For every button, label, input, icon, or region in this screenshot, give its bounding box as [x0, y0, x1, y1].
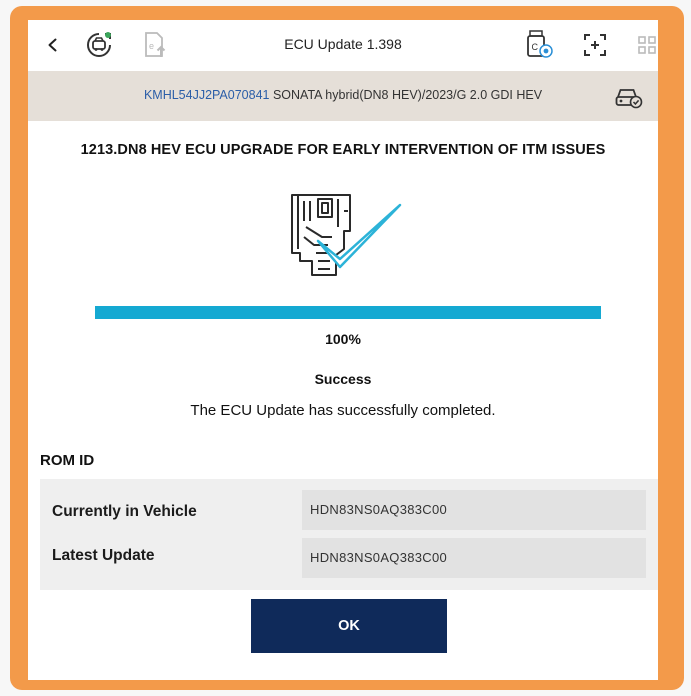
- progress-bar-fill: [95, 306, 601, 319]
- rom-row-label: Latest Update: [52, 547, 155, 564]
- ecu-update-success-icon: [284, 191, 406, 283]
- svg-text:C: C: [532, 42, 539, 52]
- rom-id-title: ROM ID: [40, 452, 95, 469]
- window-title: ECU Update 1.398: [284, 36, 402, 52]
- usb-drive-icon[interactable]: C: [522, 28, 556, 62]
- status-title: Success: [314, 371, 372, 387]
- vehicle-check-icon[interactable]: [614, 83, 644, 111]
- status-message: The ECU Update has successfully complete…: [190, 402, 496, 419]
- ok-button[interactable]: OK: [251, 599, 447, 653]
- vehicle-description: SONATA hybrid(DN8 HEV)/2023/G 2.0 GDI HE…: [272, 88, 543, 102]
- update-heading: 1213.DN8 HEV ECU UPGRADE FOR EARLY INTER…: [80, 142, 606, 158]
- vehicle-info-text: KMHL54JJ2PA070841 SONATA hybrid(DN8 HEV)…: [28, 88, 658, 102]
- grid-icon[interactable]: [630, 28, 658, 62]
- rom-id-table: Currently in Vehicle HDN83NS0AQ383C00 La…: [40, 479, 658, 590]
- vehicle-info-bar: KMHL54JJ2PA070841 SONATA hybrid(DN8 HEV)…: [28, 71, 658, 121]
- screen-capture-icon[interactable]: [578, 28, 612, 62]
- app-screen: e ECU Update 1.398 C KMHL54JJ2PA070841 S…: [28, 20, 658, 680]
- progress-bar: [95, 306, 601, 319]
- rom-row-value: HDN83NS0AQ383C00: [302, 490, 646, 530]
- top-toolbar: e ECU Update 1.398 C: [28, 20, 658, 71]
- rom-row-label: Currently in Vehicle: [52, 503, 197, 520]
- progress-percent: 100%: [325, 331, 361, 347]
- vehicle-vin: KMHL54JJ2PA070841: [143, 88, 270, 102]
- rom-row-value: HDN83NS0AQ383C00: [302, 538, 646, 578]
